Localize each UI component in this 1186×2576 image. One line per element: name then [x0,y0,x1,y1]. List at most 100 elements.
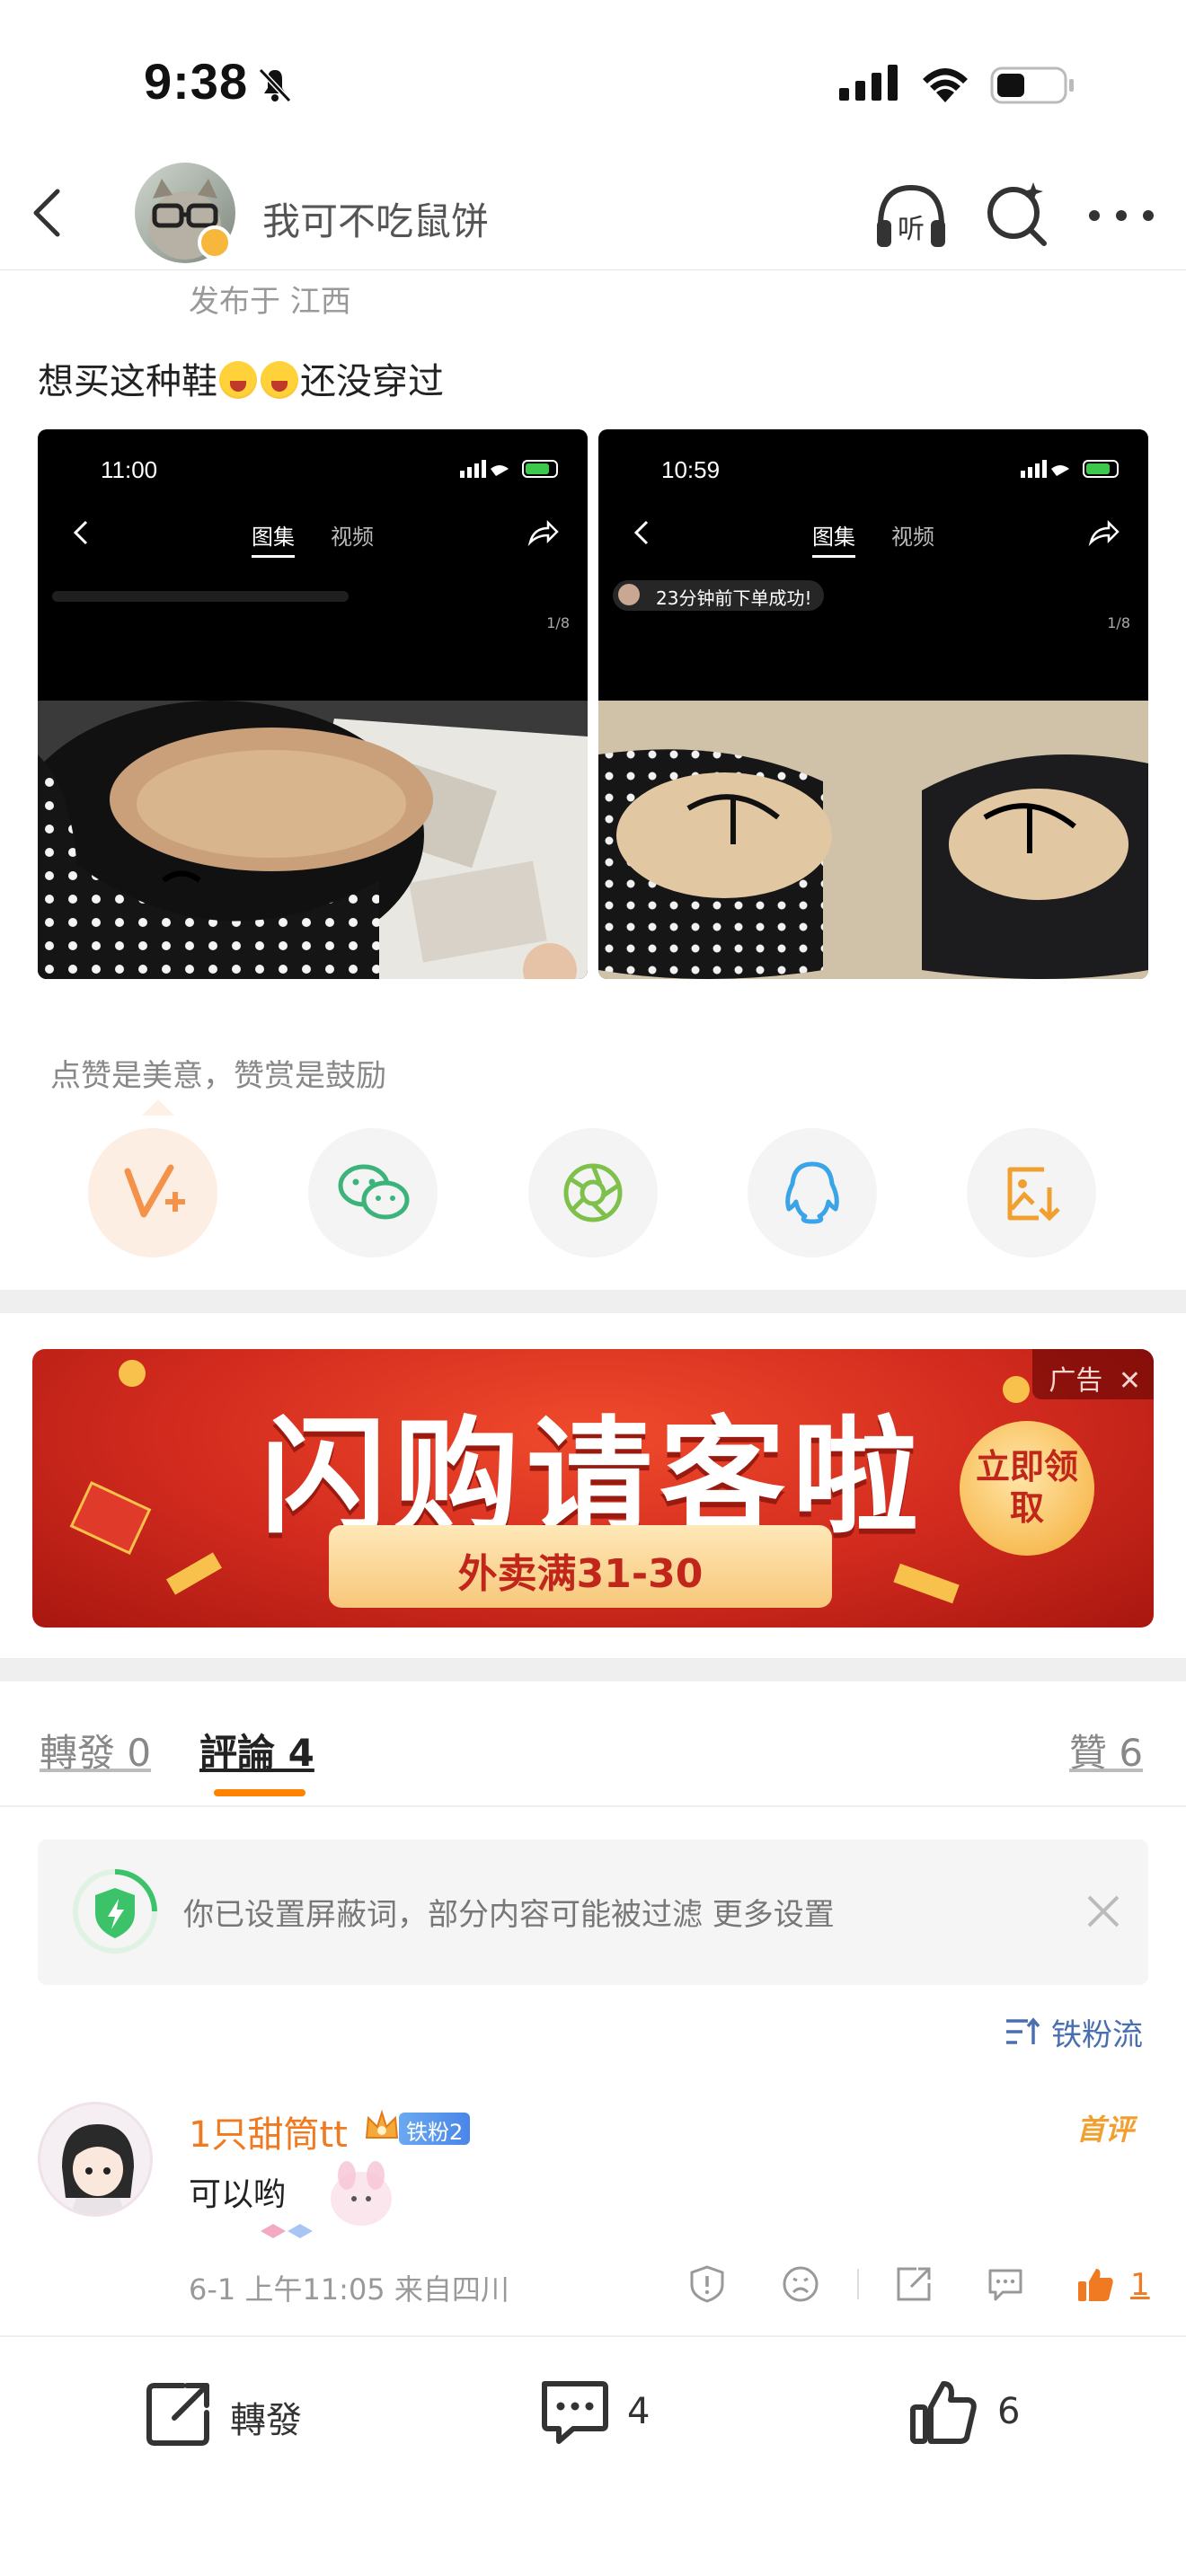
comment-bubble-icon [542,2381,608,2444]
comment-button[interactable] [537,2377,609,2448]
comment-reply-button[interactable] [985,2263,1026,2305]
image-status-icons [1021,458,1128,483]
tab-comments[interactable]: 評論 4 [199,1723,314,1778]
image-status-time: 11:00 [101,456,158,483]
order-pill-avatar [618,584,640,605]
wifi-icon [918,63,972,106]
like-count[interactable]: 6 [997,2391,1020,2432]
post-text-part2: 还没穿过 [300,361,444,402]
cellular-signal-icon [839,65,900,104]
image-counter: 1/8 [1107,614,1130,631]
shield-bolt-icon [70,1866,160,1956]
battery-icon [990,66,1076,108]
close-icon [1087,1895,1120,1928]
image-blurred-pill [52,591,349,602]
section-divider [0,1290,1186,1313]
share-wechat-button[interactable] [308,1128,438,1257]
headphones-icon: 听 [877,184,945,247]
section-divider [0,1658,1186,1681]
more-dots-icon [1089,210,1154,221]
chevron-left-icon [33,189,60,237]
post-image-1[interactable]: 11:00 图集 视频 1/8 [38,429,588,979]
post-location: 发布于 江西 [189,284,351,320]
wechat-icon [338,1164,410,1220]
comment-divider [0,2335,1186,2337]
fan-level-badge: 铁粉2 [399,2113,471,2145]
shocked-emoji-icon [219,361,257,399]
reward-hint: 点赞是美意，赞赏是鼓励 [50,1058,386,1094]
comment-like-count[interactable]: 1 [1130,2267,1150,2303]
image-tab-video: 视频 [891,525,934,550]
thumbs-up-outline-icon [910,2381,977,2444]
post-text-part1: 想买这种鞋 [38,361,217,402]
ad-subtitle: 外卖满31-30 [457,1551,704,1597]
post-image-2[interactable]: 10:59 图集 视频 23分钟前下单成功! 1/8 [598,429,1148,979]
image-tab-gallery: 图集 [252,525,295,558]
reply-bubble-icon [988,2269,1022,2301]
bell-muted-icon [253,63,296,106]
repost-button[interactable] [144,2377,216,2448]
reward-caret [142,1099,174,1116]
order-pill: 23分钟前下单成功! [613,580,825,611]
ad-banner[interactable]: 闪购请客啦 外卖满31-30 立即领取 广告 ✕ [32,1349,1154,1628]
ad-close-icon[interactable]: ✕ [1119,1365,1141,1397]
image-status-icons [460,458,568,483]
thumbs-up-icon [1078,2269,1113,2301]
moments-icon [563,1163,623,1222]
post-text: 想买这种鞋 还没穿过 [38,352,444,404]
search-icon [987,182,1047,246]
sad-face-icon [783,2266,819,2302]
more-button[interactable] [1084,193,1159,238]
tab-likes[interactable]: 贊 6 [1069,1723,1143,1778]
listen-button[interactable]: 听 [873,179,949,254]
ribbon-decoration [893,1563,960,1604]
share-qq-button[interactable] [748,1128,877,1257]
tab-reposts[interactable]: 轉發 0 [40,1723,151,1778]
dislike-button[interactable] [780,2263,821,2305]
verified-badge-icon [198,225,232,260]
image-status-time: 10:59 [661,456,721,483]
image-tabs: 图集 视频 [598,519,1148,558]
ad-cta-label: 立即领取 [975,1447,1078,1528]
report-button[interactable] [686,2263,728,2305]
comment-share-button[interactable] [893,2263,934,2305]
ad-tag[interactable]: 广告 ✕ [1032,1349,1154,1399]
action-separator [857,2269,859,2299]
author-name[interactable]: 我可不吃鼠饼 [262,191,489,246]
filter-notice: 你已设置屏蔽词，部分内容可能被过滤 更多设置 [38,1839,1148,1985]
home-indicator-area [0,2483,1186,2576]
repost-icon [146,2383,209,2446]
commenter-avatar[interactable] [38,2102,153,2217]
filter-notice-text[interactable]: 你已设置屏蔽词，部分内容可能被过滤 更多设置 [183,1890,835,1934]
image-counter: 1/8 [546,614,570,631]
image-share-icon [1087,519,1120,550]
sort-button[interactable]: 铁粉流 [1051,2010,1143,2054]
comment-meta: 6-1 上午11:05 来自四川 [189,2272,509,2307]
shoe-photo-2 [598,701,1148,979]
reward-vplus-button[interactable] [88,1128,217,1257]
shield-alert-icon [690,2265,724,2303]
share-icon [897,2267,931,2301]
notice-close-button[interactable] [1078,1886,1128,1936]
tab-active-indicator [214,1789,305,1796]
repost-label[interactable]: 轉發 [230,2391,302,2443]
like-button[interactable] [907,2377,979,2448]
comment-like-button[interactable] [1075,2263,1116,2305]
image-tab-video: 视频 [331,525,374,550]
bottom-action-bar: 轉發 4 6 [0,2339,1186,2483]
sort-icon[interactable] [1005,2016,1040,2048]
search-button[interactable] [981,179,1053,251]
comment-count[interactable]: 4 [627,2391,650,2432]
sticker-image [261,2152,395,2251]
back-button[interactable] [20,184,77,242]
commenter-name[interactable]: 1只甜筒tt [189,2105,348,2157]
crown-icon [363,2107,401,2145]
image-share-icon [527,519,559,550]
share-moments-button[interactable] [528,1128,658,1257]
shocked-emoji-icon [261,361,298,399]
first-comment-tag: 首评 [1076,2113,1135,2147]
svg-text:听: 听 [898,214,925,245]
save-image-button[interactable] [967,1128,1096,1257]
image-tab-gallery: 图集 [812,525,855,558]
ribbon-decoration [166,1552,222,1595]
